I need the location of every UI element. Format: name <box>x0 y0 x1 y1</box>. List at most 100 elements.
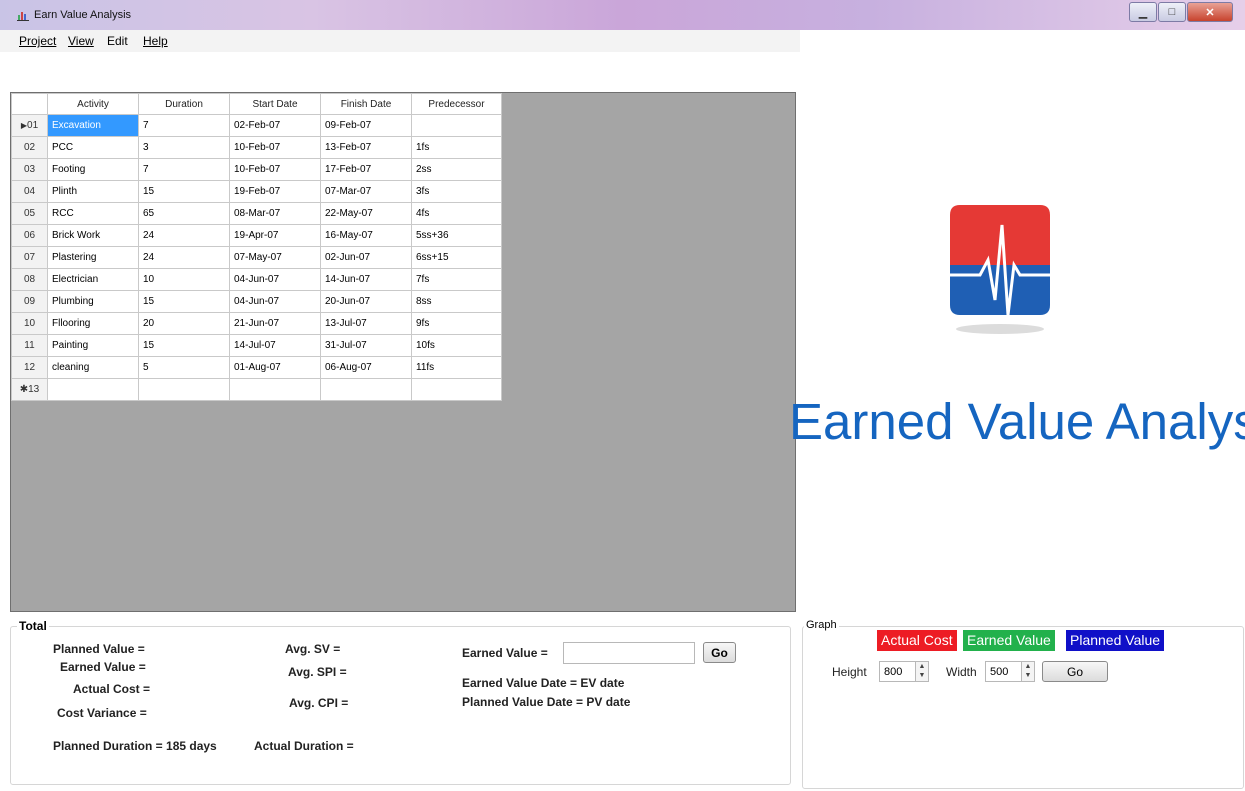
spin-down-icon[interactable]: ▼ <box>1022 672 1034 680</box>
cell-activity[interactable]: Excavation <box>47 114 139 137</box>
cell-finish-date[interactable]: 16-May-07 <box>320 224 412 247</box>
cell-predecessor[interactable]: 1fs <box>411 136 502 159</box>
table-row[interactable]: 04 Plinth 15 19-Feb-07 07-Mar-07 3fs <box>11 180 502 203</box>
row-header[interactable]: ▶01 <box>11 114 48 137</box>
cell-finish-date[interactable]: 14-Jun-07 <box>320 268 412 291</box>
cell-duration[interactable]: 10 <box>138 268 230 291</box>
cell-predecessor[interactable]: 6ss+15 <box>411 246 502 269</box>
spin-down-icon[interactable]: ▼ <box>916 672 928 680</box>
cell-duration[interactable]: 7 <box>138 114 230 137</box>
cell-activity[interactable]: Brick Work <box>47 224 139 247</box>
column-header-activity[interactable]: Activity <box>47 93 139 115</box>
table-row[interactable]: 11 Painting 15 14-Jul-07 31-Jul-07 10fs <box>11 334 502 357</box>
minimize-button[interactable]: ▁ <box>1129 2 1157 22</box>
cell-start-date[interactable]: 10-Feb-07 <box>229 158 321 181</box>
row-header[interactable]: 04 <box>11 180 48 203</box>
cell-start-date[interactable]: 07-May-07 <box>229 246 321 269</box>
column-header-predecessor[interactable]: Predecessor <box>411 93 502 115</box>
cell-predecessor[interactable]: 9fs <box>411 312 502 335</box>
table-row[interactable]: 03 Footing 7 10-Feb-07 17-Feb-07 2ss <box>11 158 502 181</box>
cell-predecessor[interactable]: 3fs <box>411 180 502 203</box>
cell-duration[interactable]: 15 <box>138 334 230 357</box>
cell-start-date[interactable]: 19-Feb-07 <box>229 180 321 203</box>
row-header[interactable]: 09 <box>11 290 48 313</box>
maximize-button[interactable]: □ <box>1158 2 1186 22</box>
cell-duration[interactable]: 15 <box>138 180 230 203</box>
cell-start-date[interactable]: 04-Jun-07 <box>229 268 321 291</box>
column-header-duration[interactable]: Duration <box>138 93 230 115</box>
cell-predecessor[interactable]: 10fs <box>411 334 502 357</box>
cell-start-date[interactable]: 10-Feb-07 <box>229 136 321 159</box>
table-row[interactable]: ▶01 Excavation 7 02-Feb-07 09-Feb-07 <box>11 114 502 137</box>
height-spinner[interactable]: ▲ ▼ <box>915 661 929 682</box>
cell-predecessor[interactable] <box>411 114 502 137</box>
cell-start-date[interactable]: 19-Apr-07 <box>229 224 321 247</box>
cell-predecessor[interactable]: 7fs <box>411 268 502 291</box>
table-row[interactable]: 08 Electrician 10 04-Jun-07 14-Jun-07 7fs <box>11 268 502 291</box>
width-input[interactable] <box>985 661 1021 682</box>
row-header[interactable]: 05 <box>11 202 48 225</box>
spin-up-icon[interactable]: ▲ <box>916 663 928 671</box>
table-row[interactable]: 05 RCC 65 08-Mar-07 22-May-07 4fs <box>11 202 502 225</box>
cell-finish-date[interactable]: 22-May-07 <box>320 202 412 225</box>
cell-duration[interactable] <box>138 378 230 401</box>
row-header[interactable]: 10 <box>11 312 48 335</box>
graph-go-button[interactable]: Go <box>1042 661 1108 682</box>
go-button[interactable]: Go <box>703 642 736 663</box>
cell-activity[interactable]: Plinth <box>47 180 139 203</box>
table-row[interactable]: 07 Plastering 24 07-May-07 02-Jun-07 6ss+15 <box>11 246 502 269</box>
cell-activity[interactable]: RCC <box>47 202 139 225</box>
cell-predecessor[interactable]: 4fs <box>411 202 502 225</box>
cell-start-date[interactable] <box>229 378 321 401</box>
cell-activity[interactable] <box>47 378 139 401</box>
cell-predecessor[interactable]: 2ss <box>411 158 502 181</box>
cell-start-date[interactable]: 21-Jun-07 <box>229 312 321 335</box>
table-row[interactable]: 06 Brick Work 24 19-Apr-07 16-May-07 5ss+36 <box>11 224 502 247</box>
menu-edit[interactable]: Edit <box>107 34 128 48</box>
cell-finish-date[interactable]: 06-Aug-07 <box>320 356 412 379</box>
row-header[interactable]: 08 <box>11 268 48 291</box>
row-header[interactable]: 06 <box>11 224 48 247</box>
cell-finish-date[interactable]: 07-Mar-07 <box>320 180 412 203</box>
cell-duration[interactable]: 15 <box>138 290 230 313</box>
close-button[interactable]: ✕ <box>1187 2 1233 22</box>
cell-finish-date[interactable]: 20-Jun-07 <box>320 290 412 313</box>
new-row[interactable]: ✱13 <box>11 378 502 401</box>
table-row[interactable]: 10 Fllooring 20 21-Jun-07 13-Jul-07 9fs <box>11 312 502 335</box>
cell-start-date[interactable]: 08-Mar-07 <box>229 202 321 225</box>
cell-duration[interactable]: 5 <box>138 356 230 379</box>
row-header[interactable]: 07 <box>11 246 48 269</box>
table-row[interactable]: 02 PCC 3 10-Feb-07 13-Feb-07 1fs <box>11 136 502 159</box>
cell-duration[interactable]: 20 <box>138 312 230 335</box>
cell-activity[interactable]: Fllooring <box>47 312 139 335</box>
cell-start-date[interactable]: 04-Jun-07 <box>229 290 321 313</box>
column-header-start-date[interactable]: Start Date <box>229 93 321 115</box>
cell-duration[interactable]: 24 <box>138 224 230 247</box>
cell-predecessor[interactable]: 11fs <box>411 356 502 379</box>
width-spinner[interactable]: ▲ ▼ <box>1021 661 1035 682</box>
cell-predecessor[interactable] <box>411 378 502 401</box>
row-header[interactable]: 02 <box>11 136 48 159</box>
menu-help[interactable]: Help <box>143 34 168 48</box>
cell-finish-date[interactable]: 02-Jun-07 <box>320 246 412 269</box>
cell-duration[interactable]: 3 <box>138 136 230 159</box>
menu-view[interactable]: View <box>68 34 94 48</box>
table-row[interactable]: 09 Plumbing 15 04-Jun-07 20-Jun-07 8ss <box>11 290 502 313</box>
cell-finish-date[interactable]: 09-Feb-07 <box>320 114 412 137</box>
cell-activity[interactable]: Plastering <box>47 246 139 269</box>
cell-predecessor[interactable]: 5ss+36 <box>411 224 502 247</box>
row-header[interactable]: 12 <box>11 356 48 379</box>
cell-activity[interactable]: Painting <box>47 334 139 357</box>
cell-activity[interactable]: Footing <box>47 158 139 181</box>
cell-activity[interactable]: Plumbing <box>47 290 139 313</box>
activity-grid[interactable]: Activity Duration Start Date Finish Date… <box>10 92 796 612</box>
row-header[interactable]: ✱13 <box>11 378 48 401</box>
cell-activity[interactable]: cleaning <box>47 356 139 379</box>
column-header-finish-date[interactable]: Finish Date <box>320 93 412 115</box>
height-input[interactable] <box>879 661 915 682</box>
row-header[interactable]: 03 <box>11 158 48 181</box>
cell-start-date[interactable]: 02-Feb-07 <box>229 114 321 137</box>
cell-duration[interactable]: 7 <box>138 158 230 181</box>
table-row[interactable]: 12 cleaning 5 01-Aug-07 06-Aug-07 11fs <box>11 356 502 379</box>
cell-finish-date[interactable]: 31-Jul-07 <box>320 334 412 357</box>
